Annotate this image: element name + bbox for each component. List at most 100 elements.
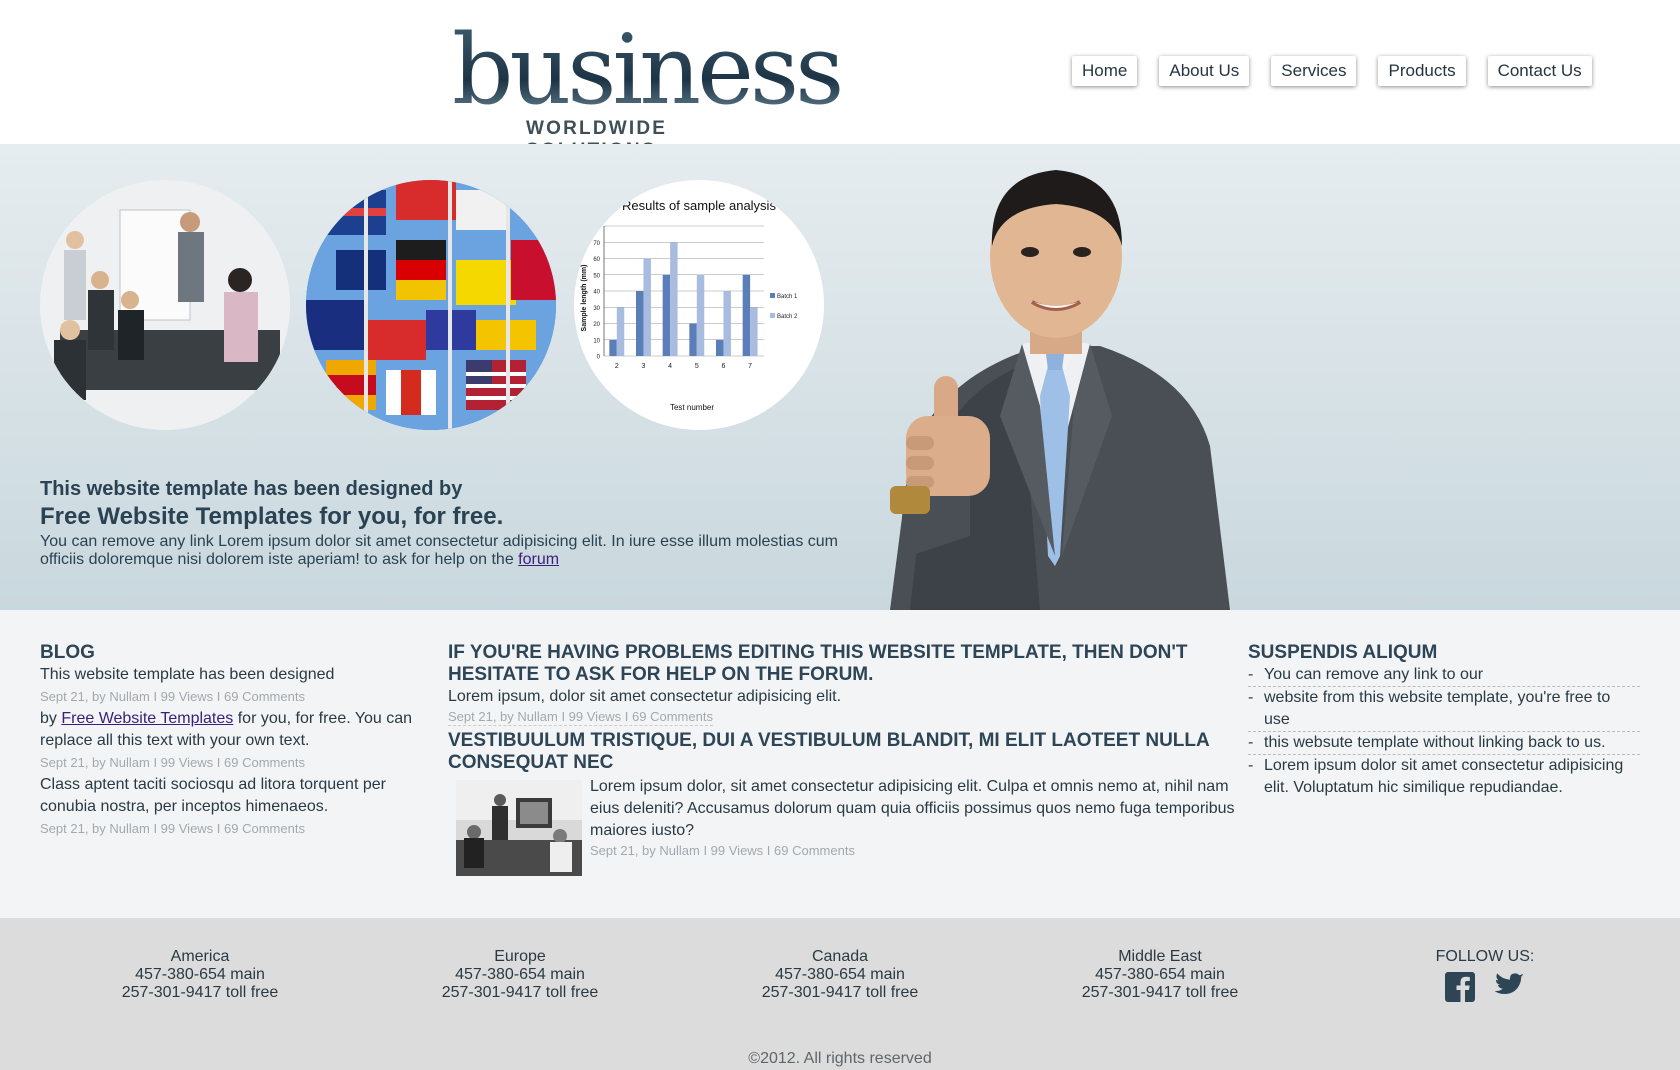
follow-us-label: FOLLOW US: [1435, 948, 1535, 965]
meeting-photo [40, 180, 290, 430]
blog-column: BLOG This website template has been desi… [40, 642, 420, 840]
twitter-icon[interactable] [1493, 972, 1525, 1007]
chart-x-axis-label: Test number [670, 403, 714, 412]
logo[interactable]: business WORLDWIDE SOLUTIONS [452, 22, 844, 161]
chart-x-tick: 6 [722, 363, 726, 370]
chart-bar [643, 258, 651, 356]
chart-y-tick: 0 [597, 355, 601, 361]
blog-item-prefix: by [40, 710, 62, 727]
office-europe: Europe 457-380-654 main 257-301-9417 tol… [390, 948, 650, 1002]
nav-about-us[interactable]: About Us [1159, 56, 1250, 86]
chart-x-tick: 2 [615, 363, 619, 370]
chart-bar [723, 291, 731, 356]
copyright: ©2012. All rights reserved [748, 1050, 932, 1067]
blog-item-text: by Free Website Templates for you, for f… [40, 708, 420, 752]
blog-item-meta: Sept 21, by Nullam I 99 Views I 69 Comme… [40, 755, 305, 770]
chart-bar [616, 307, 625, 356]
article-text: Lorem ipsum, dolor sit amet consectetur … [448, 688, 842, 705]
chart-y-tick: 10 [593, 338, 600, 344]
hero-headline: Free Website Templates for you, for free… [40, 503, 504, 530]
sidebar-list-item: Lorem ipsum dolor sit amet consectetur a… [1248, 755, 1640, 799]
sidebar-list: You can remove any link to our website f… [1248, 664, 1640, 799]
nav-services[interactable]: Services [1271, 56, 1357, 86]
blog-item-text: This website template has been designed [40, 666, 335, 683]
hero-text: This website template has been designed … [40, 478, 860, 569]
office-toll-free: 257-301-9417 toll free [761, 984, 919, 1001]
office-region: Europe [494, 948, 546, 965]
chart-y-tick: 80 [593, 225, 600, 231]
chart-y-tick: 20 [593, 322, 600, 328]
chart-bar [609, 339, 617, 356]
chart-svg: Results of sample analysis Sample length… [581, 198, 798, 412]
office-america: America 457-380-654 main 257-301-9417 to… [70, 948, 330, 1002]
chart-y-tick: 30 [593, 306, 600, 312]
presentation-thumbnail[interactable] [456, 780, 582, 876]
office-toll-free: 257-301-9417 toll free [441, 984, 599, 1001]
chart-bar [716, 339, 724, 356]
article-title[interactable]: VESTIBUULUM TRISTIQUE, DUI A VESTIBULUM … [448, 730, 1238, 774]
office-main-phone: 457-380-654 main [135, 966, 265, 983]
article-text: Lorem ipsum dolor, sit amet consectetur … [590, 778, 1235, 839]
blog-item-meta: Sept 21, by Nullam I 99 Views I 69 Comme… [40, 689, 305, 704]
sidebar-list-item: You can remove any link to our [1248, 664, 1640, 687]
article-post: Lorem ipsum dolor, sit amet consectetur … [448, 776, 1238, 876]
chart-legend-swatch [770, 293, 775, 298]
nav-contact-us[interactable]: Contact Us [1487, 56, 1592, 86]
site-footer: America 457-380-654 main 257-301-9417 to… [0, 918, 1680, 1070]
facebook-icon[interactable] [1445, 972, 1475, 1007]
businessman-photo [850, 156, 1290, 610]
sidebar-list-item: this websute template without linking ba… [1248, 732, 1640, 755]
article-meta: Sept 21, by Nullam I 99 Views I 69 Comme… [448, 709, 713, 726]
chart-x-tick: 4 [668, 363, 672, 370]
office-middle-east: Middle East 457-380-654 main 257-301-941… [1030, 948, 1290, 1002]
site-header: business WORLDWIDE SOLUTIONS Home About … [0, 0, 1680, 161]
chart-legend-label: Batch 2 [777, 314, 798, 320]
social-links [1390, 972, 1580, 1007]
office-main-phone: 457-380-654 main [455, 966, 585, 983]
office-canada: Canada 457-380-654 main 257-301-9417 tol… [710, 948, 970, 1002]
chart-y-axis-label: Sample length (mm) [581, 265, 588, 332]
nav-products[interactable]: Products [1378, 56, 1466, 86]
sidebar-list-item: website from this website template, you'… [1248, 687, 1640, 732]
logo-word: business [452, 14, 844, 126]
office-region: Canada [811, 948, 869, 965]
chart-bar [689, 323, 697, 356]
office-region: Middle East [1118, 948, 1202, 965]
chart-bar [662, 274, 671, 356]
office-main-phone: 457-380-654 main [775, 966, 905, 983]
chart-y-tick: 60 [593, 257, 600, 263]
chart-bar [742, 274, 751, 356]
chart-legend-swatch [770, 313, 775, 318]
article-meta: Sept 21, by Nullam I 99 Views I 69 Comme… [590, 843, 855, 858]
hero-body-text: You can remove any link Lorem ipsum dolo… [40, 533, 838, 568]
office-toll-free: 257-301-9417 toll free [1081, 984, 1239, 1001]
chart-x-tick: 3 [642, 363, 646, 370]
chart-bar [670, 242, 678, 356]
sidebar-heading: SUSPENDIS ALIQUM [1248, 642, 1438, 663]
main-nav: Home About Us Services Products Contact … [1072, 56, 1592, 86]
office-toll-free: 257-301-9417 toll free [121, 984, 279, 1001]
chart-title: Results of sample analysis [622, 198, 776, 213]
chart-x-tick: 5 [695, 363, 699, 370]
featured-column: IF YOU'RE HAVING PROBLEMS EDITING THIS W… [448, 642, 1238, 876]
content-area: BLOG This website template has been desi… [0, 610, 1680, 918]
hero-intro: This website template has been designed … [40, 478, 463, 500]
article-body: Lorem ipsum dolor, sit amet consectetur … [590, 776, 1238, 863]
follow-us: FOLLOW US: [1390, 948, 1580, 1007]
sample-analysis-chart: Results of sample analysis Sample length… [574, 180, 824, 430]
hero-body: You can remove any link Lorem ipsum dolo… [40, 533, 860, 569]
hero-banner: Results of sample analysis Sample length… [0, 144, 1680, 610]
blog-item-text: Class aptent taciti sociosqu ad litora t… [40, 776, 386, 815]
free-website-templates-link[interactable]: Free Website Templates [61, 710, 233, 727]
nav-home[interactable]: Home [1072, 56, 1138, 86]
chart-y-tick: 70 [593, 241, 600, 247]
chart-legend-label: Batch 1 [777, 294, 798, 300]
chart-y-tick: 40 [593, 290, 600, 296]
flags-photo [306, 180, 556, 430]
chart-x-tick: 7 [748, 363, 752, 370]
article-title[interactable]: IF YOU'RE HAVING PROBLEMS EDITING THIS W… [448, 642, 1238, 686]
chart-bar [636, 291, 644, 356]
chart-bar [750, 307, 758, 356]
forum-link[interactable]: forum [518, 551, 559, 568]
chart-y-tick: 50 [593, 273, 600, 279]
